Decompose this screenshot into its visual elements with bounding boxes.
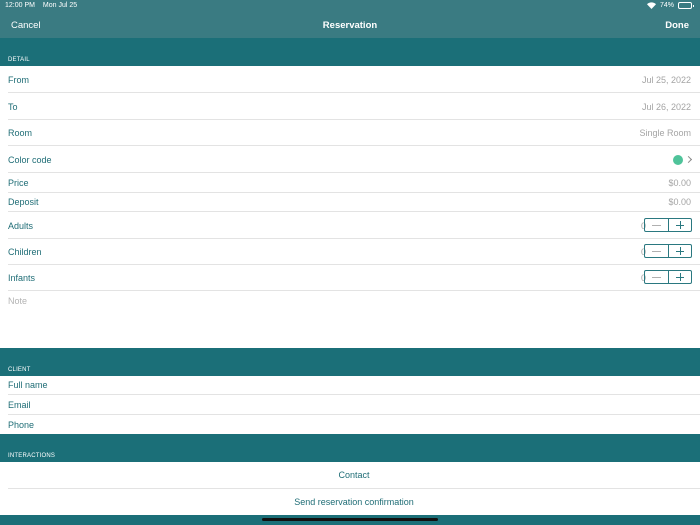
phone-label: Phone	[8, 420, 35, 430]
fullname-field[interactable]: Full name	[8, 376, 700, 395]
row-adults: Adults 0	[8, 212, 700, 239]
from-value[interactable]: Jul 25, 2022	[642, 75, 691, 85]
to-value[interactable]: Jul 26, 2022	[642, 102, 691, 112]
section-header-detail: DETAIL	[0, 38, 700, 66]
section-header-detail-label: DETAIL	[8, 57, 30, 63]
row-price[interactable]: Price $0.00	[8, 173, 700, 193]
infants-stepper[interactable]	[644, 270, 692, 284]
infants-label: Infants	[8, 273, 36, 283]
email-label: Email	[8, 400, 31, 410]
row-infants: Infants 0	[8, 265, 700, 291]
infants-increment-button[interactable]	[667, 271, 692, 283]
navigation-bar: Cancel Reservation Done	[0, 13, 700, 38]
color-swatch[interactable]	[673, 155, 683, 165]
note-field[interactable]: Note	[8, 296, 27, 306]
room-value[interactable]: Single Room	[639, 128, 691, 138]
done-button[interactable]: Done	[665, 20, 689, 31]
battery-icon	[678, 2, 694, 9]
row-from[interactable]: From Jul 25, 2022	[8, 66, 700, 93]
battery-percent: 74%	[659, 2, 674, 9]
to-label: To	[8, 102, 18, 112]
contact-button[interactable]: Contact	[8, 462, 700, 489]
status-date: Mon Jul 25	[42, 2, 78, 9]
row-children: Children 0	[8, 239, 700, 265]
row-room[interactable]: Room Single Room	[8, 120, 700, 146]
row-deposit[interactable]: Deposit $0.00	[8, 193, 700, 212]
home-indicator[interactable]	[262, 518, 438, 521]
deposit-label: Deposit	[8, 197, 39, 207]
section-header-interactions: INTERACTIONS	[0, 434, 700, 462]
children-increment-button[interactable]	[667, 245, 692, 257]
fullname-label: Full name	[8, 380, 48, 390]
adults-increment-button[interactable]	[667, 219, 692, 231]
section-header-interactions-label: INTERACTIONS	[8, 453, 56, 459]
email-field[interactable]: Email	[8, 395, 700, 415]
wifi-icon	[646, 2, 656, 9]
children-label: Children	[8, 247, 42, 257]
adults-label: Adults	[8, 221, 34, 231]
adults-decrement-button[interactable]	[645, 219, 668, 231]
status-bar: 12:00 PM Mon Jul 25 74%	[0, 0, 700, 13]
interactions-group: Contact Send reservation confirmation	[0, 462, 700, 515]
client-group: Full name Email Phone	[0, 376, 700, 434]
price-label: Price	[8, 178, 29, 188]
status-time: 12:00 PM	[5, 2, 35, 9]
detail-group: From Jul 25, 2022 To Jul 26, 2022 Room S…	[0, 66, 700, 348]
page-title: Reservation	[322, 20, 378, 31]
deposit-value[interactable]: $0.00	[668, 197, 691, 207]
children-stepper[interactable]	[644, 244, 692, 258]
section-header-client-label: CLIENT	[8, 367, 31, 373]
infants-decrement-button[interactable]	[645, 271, 668, 283]
from-label: From	[8, 75, 29, 85]
adults-stepper[interactable]	[644, 218, 692, 232]
price-value[interactable]: $0.00	[668, 178, 691, 188]
color-code-label: Color code	[8, 155, 52, 165]
row-color-code[interactable]: Color code	[8, 146, 700, 173]
send-confirmation-button[interactable]: Send reservation confirmation	[8, 489, 700, 515]
chevron-right-icon[interactable]	[684, 155, 693, 164]
room-label: Room	[8, 128, 33, 138]
row-to[interactable]: To Jul 26, 2022	[8, 93, 700, 120]
children-decrement-button[interactable]	[645, 245, 668, 257]
section-header-client: CLIENT	[0, 348, 700, 376]
phone-field[interactable]: Phone	[8, 415, 700, 434]
